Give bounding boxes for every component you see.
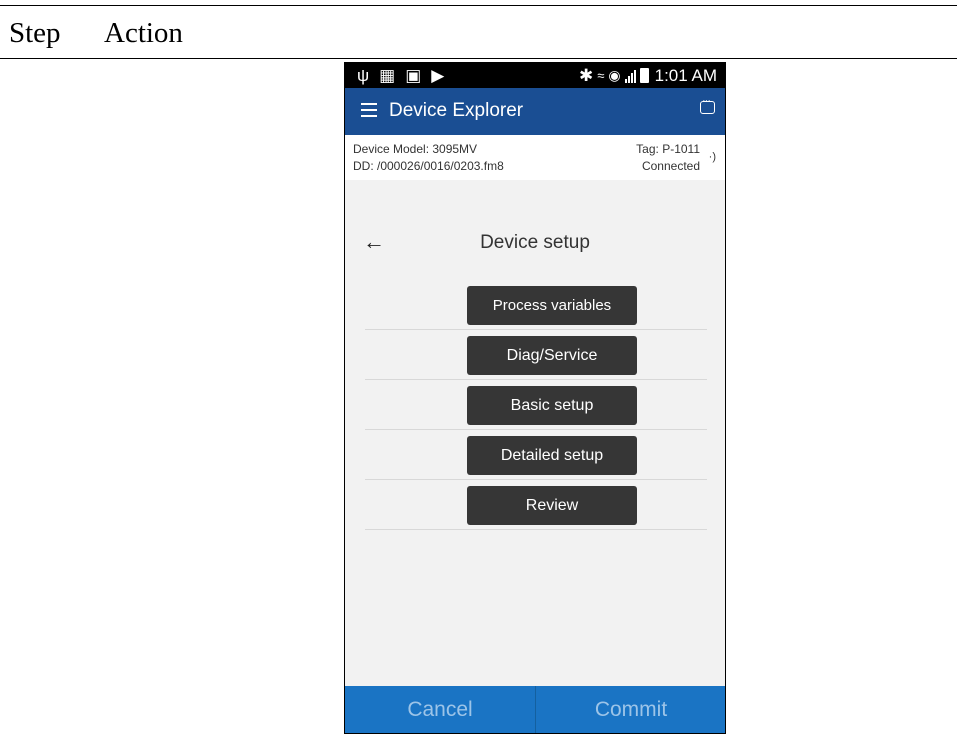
bottom-action-bar: Cancel Commit (345, 686, 725, 733)
sd-card-icon: ▦ (379, 66, 396, 85)
device-dd-label: DD: /000026/0016/0203.fm8 (353, 159, 504, 173)
image-icon: ▣ (405, 66, 422, 85)
device-info-bar: Device Model: 3095MV DD: /000026/0016/02… (345, 135, 725, 180)
list-item: Review (365, 479, 707, 530)
wifi-icon: ◉ (608, 67, 621, 83)
column-header-step: Step (9, 17, 61, 49)
battery-charging-icon (639, 68, 649, 83)
commit-button[interactable]: Commit (536, 686, 725, 733)
play-store-icon: ▶ (431, 66, 445, 85)
basic-setup-button[interactable]: Basic setup (467, 386, 637, 425)
detailed-setup-button[interactable]: Detailed setup (467, 436, 637, 475)
nfc-mute-icon: ≈ (597, 68, 605, 83)
status-right-icons: ✱ ≈ ◉ 1:01 AM (579, 65, 717, 86)
screen-title: Device setup (480, 232, 590, 253)
device-tag-label: Tag: P-1011 (636, 142, 700, 156)
column-header-action: Action (104, 17, 183, 49)
signal-icon (624, 69, 636, 83)
list-item: Detailed setup (365, 429, 707, 480)
app-bar: Device Explorer (345, 88, 725, 135)
connection-status: Connected (641, 159, 700, 173)
usb-icon: ψ (357, 66, 370, 85)
diag-service-button[interactable]: Diag/Service (467, 336, 637, 375)
chat-icon[interactable] (700, 95, 715, 114)
device-model-label: Device Model: 3095MV (353, 142, 478, 156)
status-left-icons: ψ ▦ ▣ ▶ (357, 65, 444, 86)
cancel-button[interactable]: Cancel (345, 686, 535, 733)
list-item: Process variables (365, 279, 707, 330)
hamburger-icon[interactable] (361, 103, 377, 117)
status-time: 1:01 AM (654, 66, 717, 85)
review-button[interactable]: Review (467, 486, 637, 525)
process-variables-button[interactable]: Process variables (467, 286, 637, 325)
app-title: Device Explorer (389, 100, 524, 121)
bluetooth-icon: ✱ (579, 66, 594, 85)
table-top-rule (0, 5, 957, 6)
list-item: Diag/Service (365, 329, 707, 380)
phone-screenshot: ψ ▦ ▣ ▶ ✱ ≈ ◉ 1:01 AM Device Explorer De… (344, 62, 726, 734)
status-bar: ψ ▦ ▣ ▶ ✱ ≈ ◉ 1:01 AM (345, 63, 725, 88)
list-item: Basic setup (365, 379, 707, 430)
table-header-rule (0, 58, 957, 59)
wireless-icon: ·) (708, 151, 716, 163)
